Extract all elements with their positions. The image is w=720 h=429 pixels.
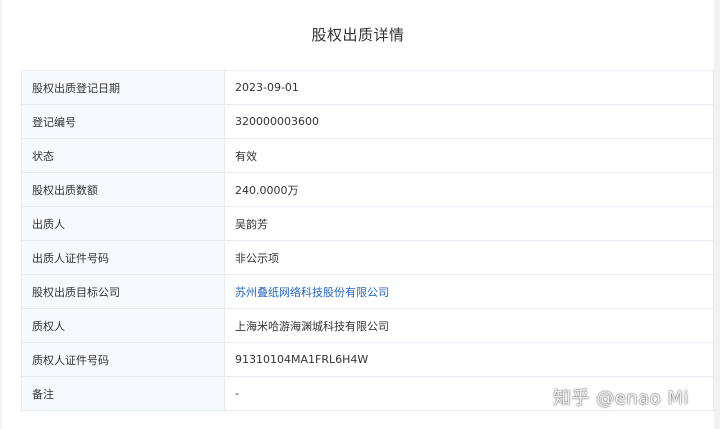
row-label: 股权出质数额	[21, 172, 225, 207]
row-label: 出质人证件号码	[21, 240, 225, 275]
row-label: 股权出质登记日期	[21, 70, 225, 105]
row-value: 2023-09-01	[224, 70, 714, 105]
watermark: 知乎 @enao Mi	[553, 388, 689, 409]
row-value: 320000003600	[224, 104, 714, 139]
row-value: 上海米哈游海渊城科技有限公司	[224, 308, 714, 343]
row-label: 登记编号	[21, 104, 225, 139]
row-label: 状态	[21, 138, 225, 173]
table-row-pledge-amount: 股权出质数额 240.0000万	[21, 172, 714, 207]
row-value: 有效	[224, 138, 714, 173]
table-row-pledgor-id: 出质人证件号码 非公示项	[21, 240, 714, 275]
row-label: 质权人证件号码	[21, 342, 225, 377]
row-value: 吴韵芳	[224, 206, 714, 241]
table-row-registration-number: 登记编号 320000003600	[21, 104, 714, 139]
row-label: 备注	[21, 376, 225, 411]
target-company-link[interactable]: 苏州叠纸网络科技股份有限公司	[235, 286, 389, 299]
table-row-registration-date: 股权出质登记日期 2023-09-01	[21, 70, 714, 105]
table-row-pledgee-id: 质权人证件号码 91310104MA1FRL6H4W	[21, 342, 714, 377]
table-row-target-company: 股权出质目标公司 苏州叠纸网络科技股份有限公司	[21, 274, 714, 309]
table-row-pledgor: 出质人 吴韵芳	[21, 206, 714, 241]
detail-panel: 股权出质详情 股权出质登记日期 2023-09-01 登记编号 32000000…	[2, 0, 714, 429]
row-value: 91310104MA1FRL6H4W	[224, 342, 714, 377]
detail-table: 股权出质登记日期 2023-09-01 登记编号 320000003600 状态…	[21, 70, 714, 411]
row-value-cell: 苏州叠纸网络科技股份有限公司	[224, 274, 714, 309]
table-row-pledgee: 质权人 上海米哈游海渊城科技有限公司	[21, 308, 714, 343]
row-value: 非公示项	[224, 240, 714, 275]
row-value: 240.0000万	[224, 172, 714, 207]
row-label: 出质人	[21, 206, 225, 241]
row-label: 质权人	[21, 308, 225, 343]
row-label: 股权出质目标公司	[21, 274, 225, 309]
table-row-status: 状态 有效	[21, 138, 714, 173]
page-title: 股权出质详情	[311, 26, 405, 44]
